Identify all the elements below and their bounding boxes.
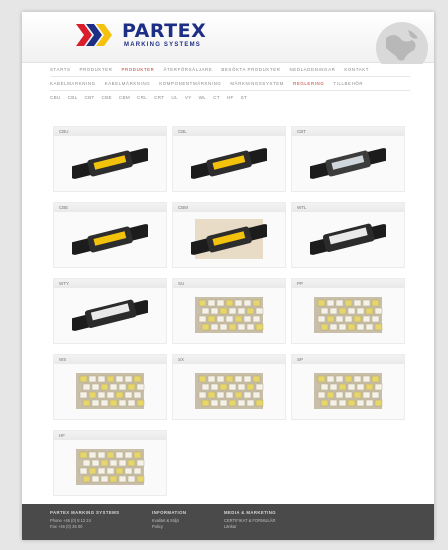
product-card[interactable]: CBL	[172, 126, 286, 192]
footer-column: MEDIA & MARKETING CERTIFIKAT & FORMULÄR Lä…	[224, 510, 276, 530]
product-card[interactable]: CBT	[291, 126, 405, 192]
product-card[interactable]: WTY	[53, 278, 167, 344]
footer-heading: PARTEX MARKING SYSTEMS	[50, 510, 120, 515]
nav-category-reglering[interactable]: REGLERING	[293, 81, 324, 86]
site-footer: PARTEX MARKING SYSTEMS Phone +46 (0) 8 12…	[22, 504, 434, 540]
product-code: CBM	[173, 203, 285, 212]
nav-secondary: KABELMARKNING KABELMÄRKNING KOMPONENTMÄRKN…	[50, 78, 410, 89]
site-header: PARTEX MARKING SYSTEMS	[22, 12, 434, 64]
nav-code-vy[interactable]: VY	[185, 95, 192, 100]
product-code: SU	[173, 279, 285, 288]
brand-name[interactable]: PARTEX	[122, 21, 206, 41]
nav-code-cbt[interactable]: CBT	[84, 95, 94, 100]
footer-heading: MEDIA & MARKETING	[224, 510, 276, 515]
product-code: SP	[292, 355, 404, 364]
product-image[interactable]	[72, 293, 148, 337]
nav-divider	[50, 90, 410, 91]
product-image[interactable]	[72, 369, 148, 413]
nav-category-kabelm-rkning[interactable]: KABELMÄRKNING	[105, 81, 151, 86]
footer-column: PARTEX MARKING SYSTEMS Phone +46 (0) 8 12…	[50, 510, 119, 530]
footer-heading: INFORMATION	[152, 510, 187, 515]
nav-code-cbl[interactable]: CBL	[68, 95, 78, 100]
nav-code-hf[interactable]: HF	[227, 95, 234, 100]
product-image[interactable]	[191, 293, 267, 337]
nav-code-cbe[interactable]: CBE	[102, 95, 112, 100]
page: PARTEX MARKING SYSTEMS STARTS PRODUKTER PR…	[22, 12, 434, 540]
nav-item-kontakt[interactable]: KONTAKT	[344, 67, 369, 72]
product-image[interactable]	[72, 141, 148, 185]
partex-logo-icon[interactable]	[76, 24, 118, 46]
nav-item-produkter[interactable]: PRODUKTER	[121, 67, 154, 72]
product-code: WS	[54, 355, 166, 364]
product-image[interactable]	[191, 141, 267, 185]
product-code: CBU	[54, 127, 166, 136]
product-image[interactable]	[310, 293, 386, 337]
nav-item-starts[interactable]: STARTS	[50, 67, 71, 72]
globe-icon	[376, 22, 428, 64]
nav-code-cbu[interactable]: CBU	[50, 95, 61, 100]
product-card[interactable]: PP	[291, 278, 405, 344]
nav-category-kabelmarkning[interactable]: KABELMARKNING	[50, 81, 96, 86]
product-code: CBE	[54, 203, 166, 212]
product-image[interactable]	[191, 217, 267, 261]
nav-primary: STARTS PRODUKTER PRODUKTER ÅTERFÖRSÄLJARE BE…	[50, 64, 410, 75]
nav-code-wl[interactable]: WL	[199, 95, 207, 100]
product-code: HF	[54, 431, 166, 440]
product-code: CBT	[292, 127, 404, 136]
nav-item--terf-rs-ljare[interactable]: ÅTERFÖRSÄLJARE	[163, 67, 212, 72]
product-card[interactable]: HF	[53, 430, 167, 496]
product-image[interactable]	[72, 217, 148, 261]
footer-link[interactable]: Länkar	[224, 524, 276, 530]
product-card[interactable]: SP	[291, 354, 405, 420]
nav-category-m-rkningssystem[interactable]: MÄRKNINGSSYSTEM	[230, 81, 284, 86]
nav-code-crt[interactable]: CRT	[154, 95, 164, 100]
product-image[interactable]	[310, 217, 386, 261]
product-code: CBL	[173, 127, 285, 136]
product-image[interactable]	[191, 369, 267, 413]
product-card[interactable]: CBE	[53, 202, 167, 268]
nav-item-produkter[interactable]: PRODUKTER	[80, 67, 113, 72]
product-image[interactable]	[310, 369, 386, 413]
footer-link[interactable]: Policy	[152, 524, 186, 530]
product-card[interactable]: CBU	[53, 126, 167, 192]
product-code: PP	[292, 279, 404, 288]
footer-link[interactable]: Fax +46 (0) 36 00	[50, 524, 119, 530]
product-image[interactable]	[310, 141, 386, 185]
nav-code-crl[interactable]: CRL	[137, 95, 147, 100]
nav-code-ul[interactable]: UL	[171, 95, 177, 100]
nav-code-ct[interactable]: CT	[213, 95, 220, 100]
nav-code-st[interactable]: ST	[241, 95, 247, 100]
nav-divider	[50, 76, 410, 77]
nav-tertiary: CBU CBL CBT CBE CBM CRL CRT UL VY WL CT HF ST	[50, 92, 410, 103]
product-card[interactable]: WS	[53, 354, 167, 420]
footer-column: INFORMATION Kvalitet & Miljö Policy	[152, 510, 186, 530]
nav-item-bes-kta-produkter[interactable]: BESÖKTA PRODUKTER	[221, 67, 280, 72]
product-image[interactable]	[72, 445, 148, 489]
product-code: SX	[173, 355, 285, 364]
product-card[interactable]: SU	[172, 278, 286, 344]
brand-tagline: MARKING SYSTEMS	[124, 42, 202, 48]
product-card[interactable]: WTL	[291, 202, 405, 268]
main-navigation: STARTS PRODUKTER PRODUKTER ÅTERFÖRSÄLJARE BE…	[50, 64, 410, 103]
product-card[interactable]: CBM	[172, 202, 286, 268]
nav-item-nedladdningar[interactable]: NEDLADDNINGAR	[290, 67, 336, 72]
nav-category-komponentm-rkning[interactable]: KOMPONENTMÄRKNING	[159, 81, 221, 86]
nav-code-cbm[interactable]: CBM	[119, 95, 130, 100]
product-code: WTL	[292, 203, 404, 212]
product-code: WTY	[54, 279, 166, 288]
product-card[interactable]: SX	[172, 354, 286, 420]
nav-category-tillbeh-r[interactable]: TILLBEHÖR	[333, 81, 363, 86]
